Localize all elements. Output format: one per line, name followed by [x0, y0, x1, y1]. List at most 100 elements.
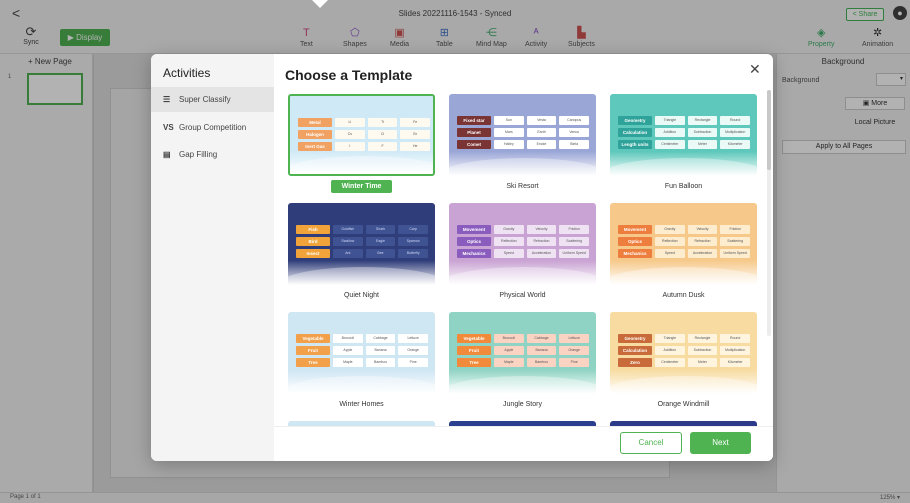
preview-cell: Reflection	[494, 237, 524, 246]
preview-cell: Acceleration	[687, 249, 718, 258]
preview-cell: Cabbage	[365, 334, 396, 343]
preview-category: Planet	[457, 128, 491, 137]
list-icon: ☰	[163, 95, 171, 104]
preview-cell: Lettuce	[398, 334, 429, 343]
preview-cell: Meter	[687, 140, 718, 149]
scrollbar-thumb[interactable]	[767, 90, 771, 170]
preview-category: Halogen	[298, 130, 332, 139]
template-name: Winter Homes	[339, 401, 384, 408]
preview-category: Insect	[296, 249, 330, 258]
preview-cell: Uniform Speed	[559, 249, 590, 258]
preview-cell: Br	[400, 130, 431, 139]
preview-cell: Refraction	[687, 237, 718, 246]
next-button[interactable]: Next	[690, 432, 751, 454]
template-thumbnail: Movement Gravity Velocity Friction Optics Ref…	[610, 203, 757, 285]
preview-category: Optics	[457, 237, 491, 246]
preview-cell: F	[367, 142, 398, 151]
preview-cell: Subtraction	[687, 346, 718, 355]
preview-cell: Meter	[687, 358, 718, 367]
activity-super-classify[interactable]: ☰ Super Classify	[151, 87, 274, 112]
close-icon[interactable]: ✕	[749, 61, 761, 78]
preview-cell: Rectangle	[687, 116, 718, 125]
preview-cell: Li	[335, 118, 365, 127]
preview-category: Bird	[296, 237, 330, 246]
preview-row: Tree Maple Bamboo Pine	[296, 358, 429, 367]
preview-cell: Centimeter	[655, 358, 685, 367]
preview-cell: Halley	[494, 140, 524, 149]
preview-cell: Sun	[494, 116, 524, 125]
hill-decoration	[290, 156, 433, 174]
template-preview-table: Vegetable Broccoli Cabbage Lettuce Fruit Appl…	[296, 334, 429, 370]
activity-gap-filling[interactable]: ▤ Gap Filling	[151, 142, 274, 167]
preview-cell: Vesta	[526, 116, 557, 125]
preview-row: Insect Ant Bee Butterfly	[296, 249, 429, 258]
preview-category: Geometry	[618, 116, 652, 125]
preview-cell: Maple	[333, 358, 363, 367]
hill-decoration	[610, 376, 757, 394]
preview-category: Vegetable	[457, 334, 491, 343]
preview-cell: Apple	[333, 346, 363, 355]
preview-cell: Bamboo	[365, 358, 396, 367]
activity-label: Gap Filling	[179, 150, 218, 159]
preview-category: Zero	[618, 358, 652, 367]
preview-cell: Velocity	[526, 225, 557, 234]
preview-cell: Multiplication	[720, 346, 751, 355]
preview-category: Fruit	[296, 346, 330, 355]
preview-category: Movement	[618, 225, 652, 234]
preview-cell: Friction	[559, 225, 590, 234]
preview-cell: Goldfish	[333, 225, 363, 234]
preview-row: Vegetable Broccoli Cabbage Lettuce	[296, 334, 429, 343]
preview-cell: Reflection	[655, 237, 685, 246]
preview-cell: Orange	[398, 346, 429, 355]
template-thumbnail: Fish Goldfish Shark Carp Bird Swallow Eagle Spa…	[288, 203, 435, 285]
preview-category: Metal	[298, 118, 332, 127]
template-name: Fun Balloon	[664, 183, 703, 190]
preview-cell: Banana	[526, 346, 557, 355]
preview-cell: Fe	[400, 118, 431, 127]
preview-category: Mechanics	[618, 249, 652, 258]
preview-cell: I	[335, 142, 365, 151]
template-preview-table: Geometry Triangle Rectangle Round Calculatio…	[618, 334, 751, 370]
template-thumbnail: Metal Li Ti Fe Halogen Cs Cl Br Inert Gas I F He	[288, 94, 435, 176]
preview-cell: Venus	[559, 128, 590, 137]
template-name: Winter Time	[331, 180, 392, 193]
template-name: Jungle Story	[503, 401, 542, 408]
preview-cell: Ant	[333, 249, 363, 258]
preview-cell: Subtraction	[687, 128, 718, 137]
preview-cell: Gravity	[494, 225, 524, 234]
template-thumbnail: Vegetable Broccoli Cabbage Lettuce Fruit Appl…	[449, 312, 596, 394]
cancel-button[interactable]: Cancel	[620, 432, 682, 454]
template-name: Ski Resort	[506, 183, 539, 190]
preview-row: Calculation Addition Subtraction Multiplica…	[618, 128, 751, 137]
preview-row: Tree Maple Bamboo Pine	[457, 358, 590, 367]
template-preview-table: Metal Li Ti Fe Halogen Cs Cl Br Inert Gas I F He	[298, 118, 431, 154]
preview-row: Mechanics Speed Acceleration Uniform Speed	[618, 249, 751, 258]
preview-cell: Friction	[720, 225, 751, 234]
template-name: Physical World	[499, 292, 546, 299]
preview-cell: Rectangle	[687, 334, 718, 343]
template-thumbnail: Fixed star Sun Vesta Canopus Planet Mars Earth…	[449, 94, 596, 176]
preview-row: Bird Swallow Eagle Sparrow	[296, 237, 429, 246]
preview-row: Movement Gravity Velocity Friction	[457, 225, 590, 234]
preview-cell: Banana	[365, 346, 396, 355]
preview-row: Geometry Triangle Rectangle Round	[618, 334, 751, 343]
activity-group-competition[interactable]: VS Group Competition	[151, 115, 274, 140]
preview-cell: Earth	[526, 128, 557, 137]
preview-category: Calculation	[618, 128, 652, 137]
preview-category: Comet	[457, 140, 491, 149]
preview-category: Tree	[296, 358, 330, 367]
preview-cell: Gravity	[655, 225, 685, 234]
template-dialog: Activities ☰ Super Classify VS Group Compe…	[151, 54, 773, 461]
preview-cell: Apple	[494, 346, 524, 355]
preview-cell: Round	[720, 334, 751, 343]
preview-cell: Orange	[559, 346, 590, 355]
template-name: Quiet Night	[343, 292, 380, 299]
preview-cell: Acceleration	[526, 249, 557, 258]
hill-decoration	[288, 376, 435, 394]
cursor-marker	[312, 0, 328, 8]
preview-cell: Cl	[367, 130, 398, 139]
preview-row: Planet Mars Earth Venus	[457, 128, 590, 137]
preview-cell: Mars	[494, 128, 524, 137]
preview-cell: Triangle	[655, 334, 685, 343]
preview-cell: Pine	[398, 358, 429, 367]
